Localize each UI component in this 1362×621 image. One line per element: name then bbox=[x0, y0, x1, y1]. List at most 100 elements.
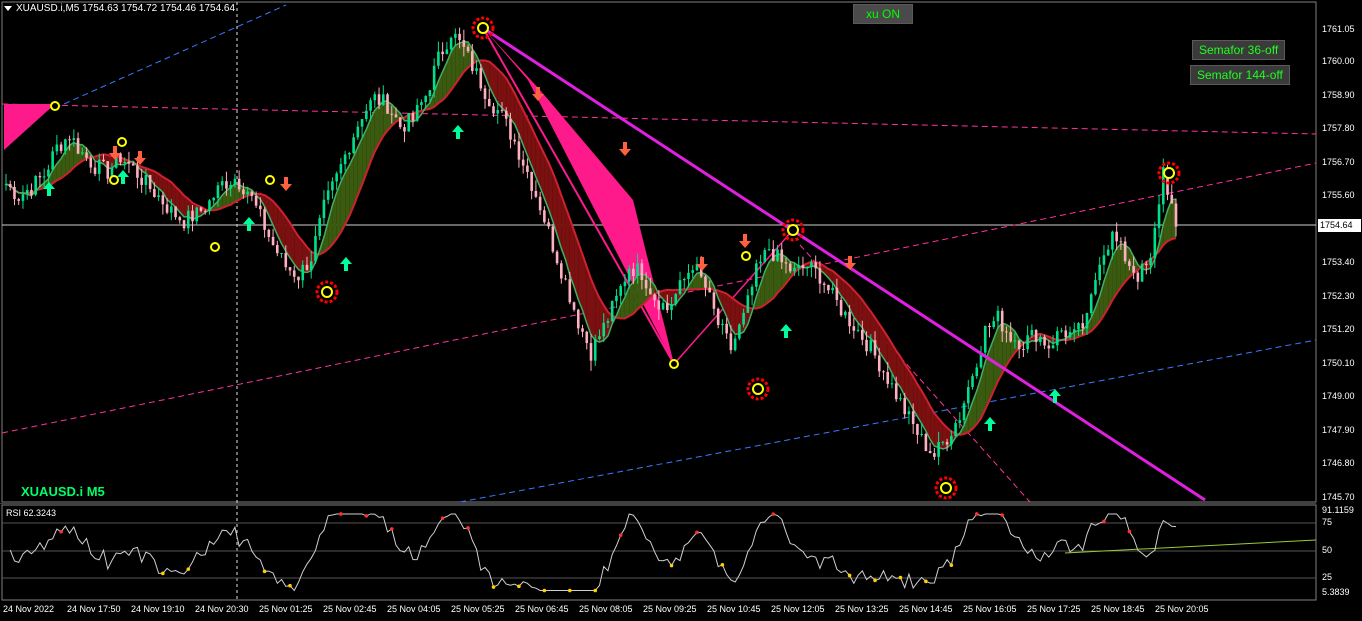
candle-body bbox=[962, 403, 966, 421]
candle-body bbox=[424, 96, 427, 103]
candle-body bbox=[144, 175, 148, 185]
candle-body bbox=[186, 210, 190, 229]
candle-body bbox=[894, 383, 898, 400]
caret-down-icon[interactable] bbox=[4, 5, 12, 11]
candle-body bbox=[687, 272, 690, 279]
candle-body bbox=[309, 261, 313, 270]
candle-body bbox=[178, 217, 182, 221]
semafor-level2-icon bbox=[787, 224, 799, 236]
price-tick-label: 1746.80 bbox=[1322, 458, 1355, 469]
rsi-low-dot bbox=[593, 588, 598, 593]
candle-body bbox=[381, 94, 385, 105]
time-tick-label: 25 Nov 12:05 bbox=[771, 604, 825, 614]
rsi-high-dot bbox=[339, 512, 343, 516]
candle-body bbox=[348, 153, 351, 155]
candle-body bbox=[165, 204, 169, 213]
candle-body bbox=[534, 190, 538, 197]
candle-body bbox=[157, 195, 160, 197]
ribbon-segment bbox=[497, 69, 502, 108]
xu-toggle-button[interactable]: xu ON bbox=[853, 4, 913, 24]
candle-body bbox=[937, 442, 940, 457]
candle-body bbox=[360, 119, 364, 127]
candle-body bbox=[992, 321, 996, 328]
candle-body bbox=[759, 261, 762, 264]
candle-body bbox=[1026, 335, 1029, 350]
candle-body bbox=[907, 411, 911, 415]
time-tick-label: 24 Nov 2022 bbox=[3, 604, 55, 614]
candle-body bbox=[572, 302, 576, 310]
semafor-36-button[interactable]: Semafor 36-off bbox=[1192, 40, 1286, 60]
candle-body bbox=[42, 176, 46, 178]
candle-body bbox=[284, 252, 288, 268]
candle-body bbox=[1077, 323, 1080, 330]
candle-body bbox=[13, 186, 16, 200]
semafor-level1-icon bbox=[50, 101, 60, 111]
candle-body bbox=[68, 139, 71, 141]
candle-body bbox=[1140, 263, 1144, 282]
time-tick-label: 25 Nov 05:25 bbox=[451, 604, 505, 614]
ribbon-segment bbox=[769, 257, 774, 302]
rsi-high-dot bbox=[974, 512, 979, 516]
candle-body bbox=[496, 110, 500, 114]
candle-body bbox=[827, 284, 830, 291]
candle-body bbox=[852, 326, 856, 331]
candle-body bbox=[377, 94, 381, 105]
candle-body bbox=[632, 268, 635, 277]
candle-body bbox=[182, 220, 186, 229]
time-tick-label: 25 Nov 04:05 bbox=[387, 604, 441, 614]
candle-body bbox=[568, 279, 572, 303]
candle-body bbox=[479, 68, 483, 89]
price-tick-label: 1747.90 bbox=[1322, 424, 1355, 435]
candle-body bbox=[543, 210, 546, 223]
time-tick-label: 24 Nov 20:30 bbox=[195, 604, 249, 614]
candle-body bbox=[983, 325, 987, 353]
candle-body bbox=[93, 167, 97, 174]
chart-canvas[interactable] bbox=[0, 0, 1362, 621]
candle-body bbox=[903, 398, 906, 415]
candle-body bbox=[322, 199, 326, 219]
candle-body bbox=[1153, 227, 1157, 258]
candle-body bbox=[254, 195, 258, 206]
time-tick-label: 25 Nov 01:25 bbox=[259, 604, 313, 614]
candle-body bbox=[657, 300, 661, 310]
time-tick-label: 25 Nov 09:25 bbox=[643, 604, 697, 614]
candle-body bbox=[208, 200, 211, 212]
candle-body bbox=[106, 161, 110, 179]
rsi-low-dot bbox=[720, 563, 725, 567]
price-tick-label: 1745.70 bbox=[1322, 492, 1355, 502]
semafor-144-button[interactable]: Semafor 144-off bbox=[1190, 65, 1290, 85]
rsi-tick-label: 25 bbox=[1322, 572, 1333, 582]
candle-body bbox=[1072, 329, 1076, 333]
candle-body bbox=[314, 236, 317, 262]
candle-body bbox=[25, 189, 29, 195]
rsi-low-dot bbox=[491, 585, 496, 589]
candle-body bbox=[585, 331, 589, 344]
candle-body bbox=[877, 355, 881, 372]
candle-body bbox=[267, 229, 271, 237]
semafor-level2-icon bbox=[321, 286, 333, 298]
candle-body bbox=[242, 189, 245, 195]
candle-body bbox=[619, 286, 622, 296]
time-tick-label: 25 Nov 18:45 bbox=[1091, 604, 1145, 614]
candle-body bbox=[288, 267, 292, 271]
candle-body bbox=[1106, 249, 1110, 256]
candle-body bbox=[793, 267, 796, 272]
candle-body bbox=[216, 185, 220, 198]
candle-body bbox=[127, 162, 131, 164]
candle-body bbox=[530, 171, 533, 191]
rsi-low-dot bbox=[161, 571, 165, 576]
candle-body bbox=[615, 295, 618, 302]
candle-body bbox=[691, 270, 695, 273]
candle-body bbox=[398, 117, 402, 128]
rsi-low-dot bbox=[186, 567, 191, 571]
rsi-low-dot bbox=[924, 579, 928, 584]
candle-body bbox=[263, 209, 266, 230]
candle-body bbox=[1039, 336, 1042, 342]
candle-body bbox=[661, 303, 665, 310]
candle-body bbox=[805, 267, 809, 269]
price-tick-label: 1761.05 bbox=[1322, 24, 1355, 34]
rsi-low-dot bbox=[262, 569, 267, 574]
candle-body bbox=[335, 173, 338, 182]
candle-body bbox=[483, 88, 487, 99]
candle-body bbox=[102, 159, 105, 162]
